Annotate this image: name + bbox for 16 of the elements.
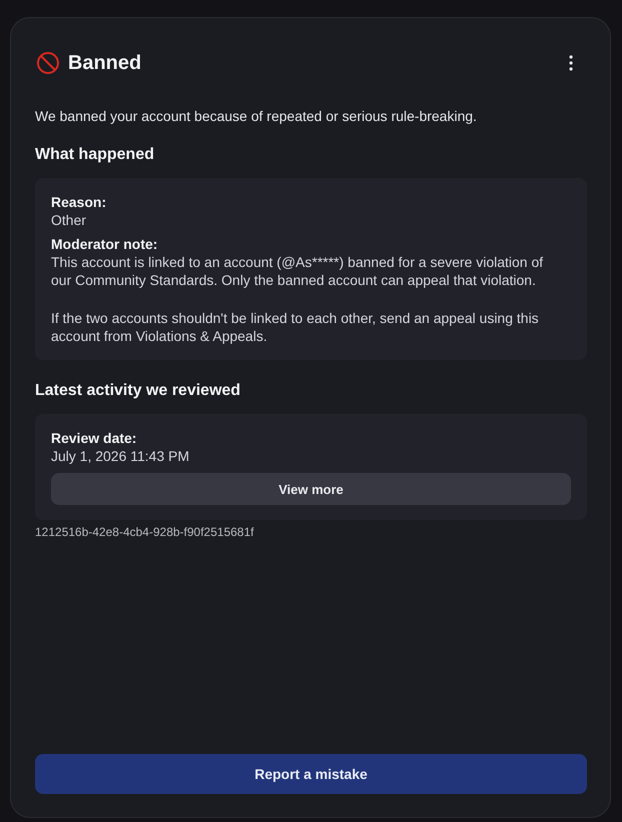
field-label: Reason: xyxy=(51,194,108,211)
field-value: July 1, 2026 11:43 PM xyxy=(51,447,190,465)
intro-text: We banned your account because of repeated or serious rule-breaking. xyxy=(35,107,478,126)
section-heading: Latest activity we reviewed xyxy=(35,381,242,401)
reference-id: 1212516b-42e8-4cb4-928b-f90f2515681f xyxy=(35,524,254,540)
prohibition-icon xyxy=(36,51,60,75)
section-heading: What happened xyxy=(35,145,156,165)
field-value: Other xyxy=(51,211,88,229)
field-label: Moderator note: xyxy=(51,236,159,253)
report-mistake-button[interactable]: Report a mistake xyxy=(35,754,587,794)
field-value: If the two accounts shouldn't be linked to each other, send an appeal using this account from Violations & Appeals. xyxy=(51,309,540,345)
field-value: This account is linked to an account (@As*****) banned for a severe violation of our Community Standards. Only the banned account can appeal that violation. xyxy=(51,253,544,289)
view-more-button[interactable]: View more xyxy=(51,473,571,505)
dialog-title: Banned xyxy=(68,52,142,74)
more-options-icon[interactable] xyxy=(569,55,573,71)
field-label: Review date: xyxy=(51,430,138,447)
